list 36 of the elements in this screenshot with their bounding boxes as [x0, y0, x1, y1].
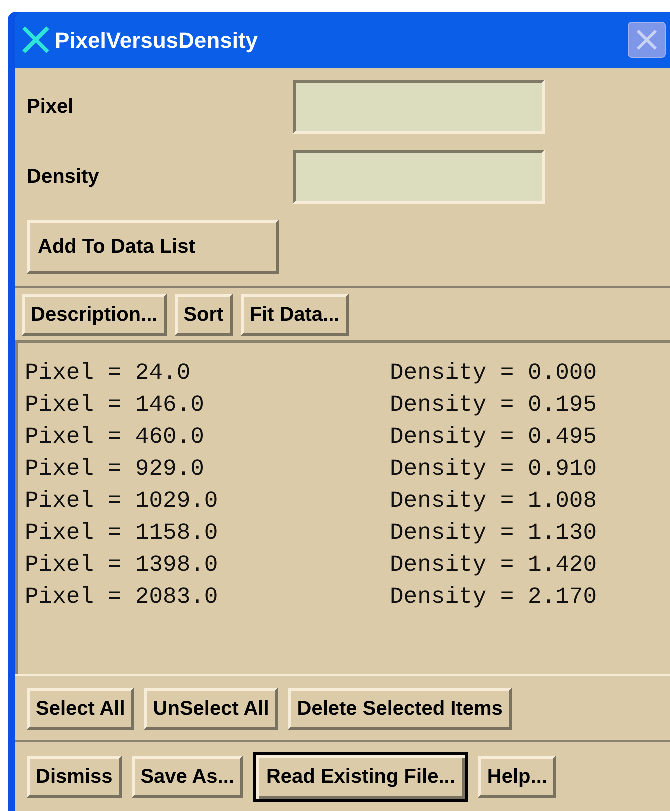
close-button[interactable]	[628, 22, 666, 58]
field-label: Density	[27, 165, 100, 190]
close-icon	[636, 29, 658, 51]
dialog-button[interactable]: Save As...	[132, 756, 244, 798]
list-item-text: Density = 1.008	[390, 486, 598, 516]
input-field[interactable]	[293, 80, 545, 134]
list-item-text: Pixel = 929.0	[25, 454, 206, 484]
data-list[interactable]	[15, 340, 670, 674]
field-label: Pixel	[27, 95, 75, 120]
list-item-text: Pixel = 460.0	[25, 422, 206, 452]
dialog-button[interactable]: Help...	[478, 756, 556, 798]
action-button[interactable]: UnSelect All	[144, 688, 278, 730]
toolbar-button[interactable]: Sort	[174, 294, 233, 336]
list-item-text: Density = 0.000	[390, 358, 598, 388]
window-title: PixelVersusDensity	[55, 26, 258, 55]
list-item-text: Pixel = 24.0	[25, 358, 192, 388]
toolbar-button[interactable]: Description...	[22, 294, 167, 336]
action-button[interactable]: Select All	[27, 688, 134, 730]
list-item-text: Pixel = 146.0	[25, 390, 206, 420]
list-item-text: Pixel = 1398.0	[25, 550, 220, 580]
toolbar-button[interactable]: Fit Data...	[240, 294, 349, 336]
list-item-text: Density = 0.195	[390, 390, 598, 420]
list-item-text: Pixel = 2083.0	[25, 582, 220, 612]
dialog-button[interactable]: Dismiss	[27, 756, 122, 798]
list-item-text: Pixel = 1029.0	[25, 486, 220, 516]
list-item-text: Pixel = 1158.0	[25, 518, 220, 548]
app-icon	[21, 25, 51, 55]
list-item-text: Density = 1.420	[390, 550, 598, 580]
input-field[interactable]	[293, 150, 545, 204]
list-item-text: Density = 0.910	[390, 454, 598, 484]
action-button[interactable]: Delete Selected Items	[288, 688, 512, 730]
list-item-text: Density = 2.170	[390, 582, 598, 612]
list-item-text: Density = 0.495	[390, 422, 598, 452]
list-item-text: Density = 1.130	[390, 518, 598, 548]
add-to-data-list-button[interactable]: Add To Data List	[27, 220, 279, 274]
dialog-button[interactable]: Read Existing File...	[253, 752, 468, 802]
